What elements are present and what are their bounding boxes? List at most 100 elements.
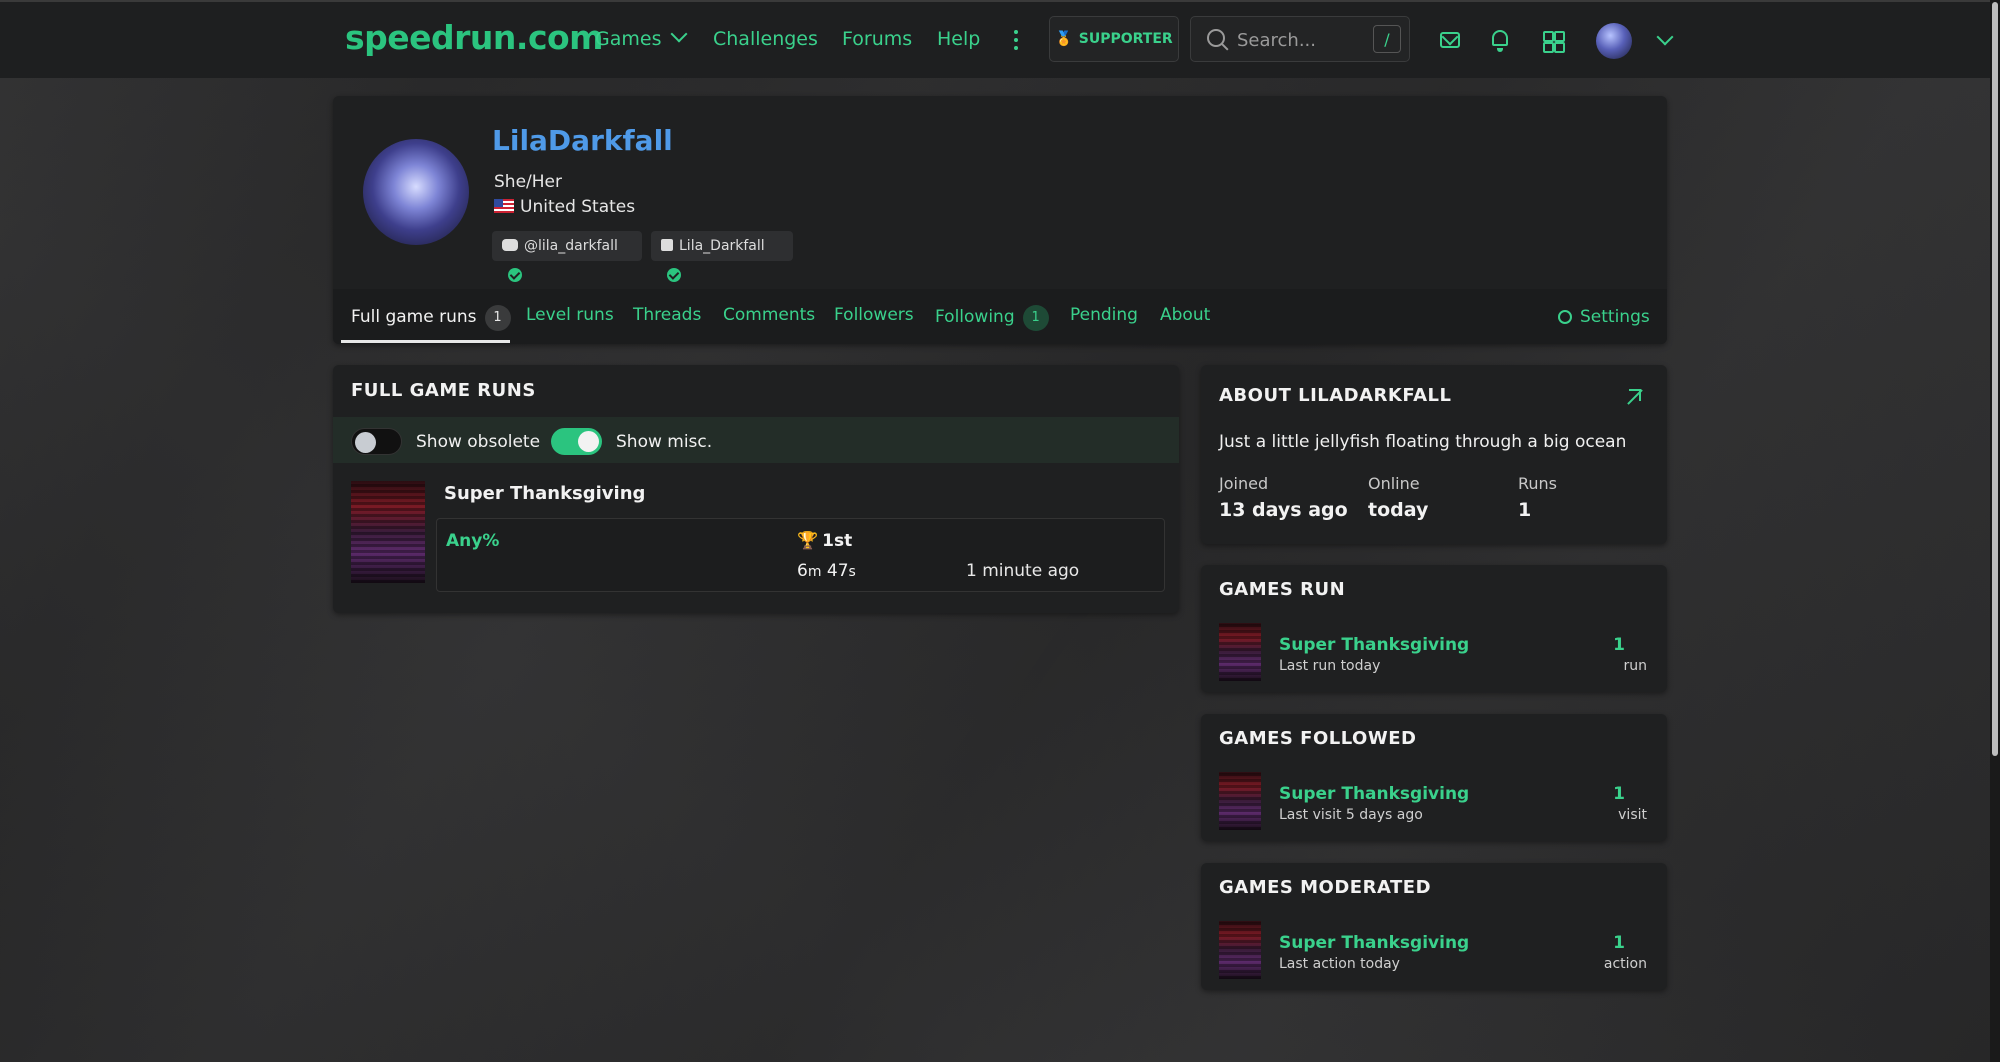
about-panel: ABOUT LILADARKFALL Just a little jellyfi… [1201,365,1667,544]
settings-link[interactable]: Settings [1558,307,1650,327]
tab-comments[interactable]: Comments [723,305,815,325]
profile-avatar [363,139,469,245]
show-misc-toggle[interactable] [551,428,602,455]
external-link-icon[interactable] [1625,389,1641,405]
games-followed-title: GAMES FOLLOWED [1219,728,1417,749]
run-row[interactable]: Any% 🏆 1st 6m 47s 1 minute ago [436,518,1165,592]
nav-challenges[interactable]: Challenges [713,28,818,50]
search-box[interactable]: / [1190,16,1410,62]
search-input[interactable] [1235,25,1359,55]
gear-icon [1558,310,1572,324]
bio: Just a little jellyfish floating through… [1219,432,1627,452]
game-cover-image[interactable] [1219,772,1261,830]
settings-label: Settings [1580,307,1650,327]
chevron-down-icon [1656,28,1674,46]
runs-value: 1 [1518,499,1532,521]
twitch-icon [661,239,673,251]
place-text: 1st [822,531,853,551]
online-label: Online [1368,474,1420,493]
user-menu-chevron[interactable] [1647,28,1674,52]
twitch-badge[interactable]: Lila_Darkfall [651,231,793,282]
discord-badge[interactable]: @lila_darkfall [492,231,642,282]
game-cover-image[interactable] [1219,623,1261,681]
games-moderated-count: 1 [1613,933,1625,953]
verified-check-icon [508,268,522,282]
supporter-button[interactable]: 🏅 SUPPORTER [1049,16,1179,62]
game-cover-image[interactable] [1219,921,1261,979]
runs-label: Runs [1518,474,1558,493]
games-followed-count: 1 [1613,784,1625,804]
games-followed-game[interactable]: Super Thanksgiving [1279,784,1469,804]
run-category[interactable]: Any% [446,531,499,551]
count-badge: 1 [1022,305,1049,331]
about-title: ABOUT LILADARKFALL [1219,385,1452,406]
apps-grid-icon[interactable] [1543,31,1565,53]
games-moderated-unit: action [1603,956,1647,972]
section-title: FULL GAME RUNS [351,380,536,401]
games-moderated-title: GAMES MODERATED [1219,877,1432,898]
tab-label: Following [935,307,1015,327]
tab-following[interactable]: Following 1 [935,305,1049,331]
games-followed-sub: Last visit 5 days ago [1279,807,1423,823]
games-run-unit: run [1623,658,1647,674]
show-obsolete-label: Show obsolete [416,432,541,452]
game-cover-image[interactable] [351,481,425,583]
discord-icon [502,239,518,251]
country: United States [494,197,635,217]
nav-games[interactable]: Games [595,25,688,50]
full-game-runs-panel: FULL GAME RUNS Show obsolete Show misc. … [333,365,1179,613]
show-obsolete-toggle[interactable] [351,428,402,455]
trophy-icon: 🏆 [797,531,819,551]
joined-label: Joined [1219,474,1269,493]
nav-forums[interactable]: Forums [842,28,912,50]
more-menu-icon[interactable] [1014,30,1018,54]
games-moderated-game[interactable]: Super Thanksgiving [1279,933,1469,953]
search-shortcut-key: / [1373,25,1401,53]
games-followed-panel: GAMES FOLLOWED Super Thanksgiving Last v… [1201,714,1667,841]
mail-icon[interactable] [1440,32,1460,48]
twitch-handle: Lila_Darkfall [679,238,765,254]
medal-icon: 🏅 [1055,31,1073,47]
online-value: today [1368,499,1429,521]
games-moderated-panel: GAMES MODERATED Super Thanksgiving Last … [1201,863,1667,990]
us-flag-icon [494,199,514,213]
page-scrollbar[interactable] [1990,0,2000,1062]
username: LilaDarkfall [492,124,673,157]
tab-threads[interactable]: Threads [633,305,701,325]
tab-full-game-runs[interactable]: Full game runs 1 [351,305,511,331]
games-run-count: 1 [1613,635,1625,655]
games-run-game[interactable]: Super Thanksgiving [1279,635,1469,655]
show-misc-label: Show misc. [616,432,713,452]
nav-help[interactable]: Help [937,28,980,50]
games-run-panel: GAMES RUN Super Thanksgiving Last run to… [1201,565,1667,692]
chevron-down-icon [670,25,688,43]
site-logo[interactable]: speedrun.com [345,18,604,57]
games-moderated-sub: Last action today [1279,956,1400,972]
games-followed-unit: visit [1618,807,1647,823]
run-place: 🏆 1st [797,531,852,551]
active-tab-indicator [341,340,510,343]
tab-followers[interactable]: Followers [834,305,914,325]
tab-level-runs[interactable]: Level runs [526,305,614,325]
profile-header: LilaDarkfall She/Her United States @lila… [333,96,1667,344]
games-run-sub: Last run today [1279,658,1381,674]
games-run-title: GAMES RUN [1219,579,1346,600]
run-time: 6m 47s [797,561,856,581]
tab-about[interactable]: About [1160,305,1210,325]
verified-check-icon [667,268,681,282]
discord-handle: @lila_darkfall [524,238,618,254]
top-nav-bar: speedrun.com Games Challenges Forums Hel… [0,0,1990,78]
game-title[interactable]: Super Thanksgiving [444,483,645,504]
tab-label: Full game runs [351,307,477,327]
profile-tabs: Full game runs 1 Level runs Threads Comme… [333,289,1667,344]
tab-pending[interactable]: Pending [1070,305,1138,325]
user-avatar[interactable] [1596,23,1632,59]
joined-value: 13 days ago [1219,499,1348,521]
scrollbar-thumb[interactable] [1992,2,1998,756]
pronouns: She/Her [494,172,562,192]
run-filters: Show obsolete Show misc. [333,417,1179,463]
bell-icon[interactable] [1492,30,1508,52]
country-name: United States [520,197,636,217]
run-submitted: 1 minute ago [966,561,1080,581]
nav-games-label: Games [595,28,662,50]
